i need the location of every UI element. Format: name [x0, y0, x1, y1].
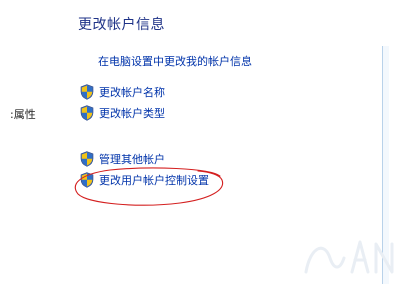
manage-other-accounts-label: 管理其他帐户 [99, 153, 165, 166]
user-accounts-window: 更改帐户信息 在电脑设置中更改我的帐户信息 :属性 更改帐户名称 更改帐户类型 [0, 0, 411, 288]
properties-label: :属性 [10, 108, 36, 121]
uac-shield-icon [80, 151, 94, 167]
change-account-name-link[interactable]: 更改帐户名称 [80, 84, 165, 100]
change-account-type-link[interactable]: 更改帐户类型 [80, 105, 165, 121]
pc-settings-link[interactable]: 在电脑设置中更改我的帐户信息 [98, 53, 252, 69]
uac-shield-icon [80, 105, 94, 121]
uac-shield-icon [80, 84, 94, 100]
page-title: 更改帐户信息 [78, 17, 165, 33]
change-account-type-label: 更改帐户类型 [99, 107, 165, 120]
manage-other-accounts-link[interactable]: 管理其他帐户 [80, 151, 165, 167]
change-uac-settings-label: 更改用户帐户控制设置 [99, 174, 209, 187]
uac-shield-icon [80, 172, 94, 188]
change-account-name-label: 更改帐户名称 [99, 86, 165, 99]
right-scroll-edge[interactable] [382, 46, 389, 284]
change-uac-settings-link[interactable]: 更改用户帐户控制设置 [80, 172, 209, 188]
